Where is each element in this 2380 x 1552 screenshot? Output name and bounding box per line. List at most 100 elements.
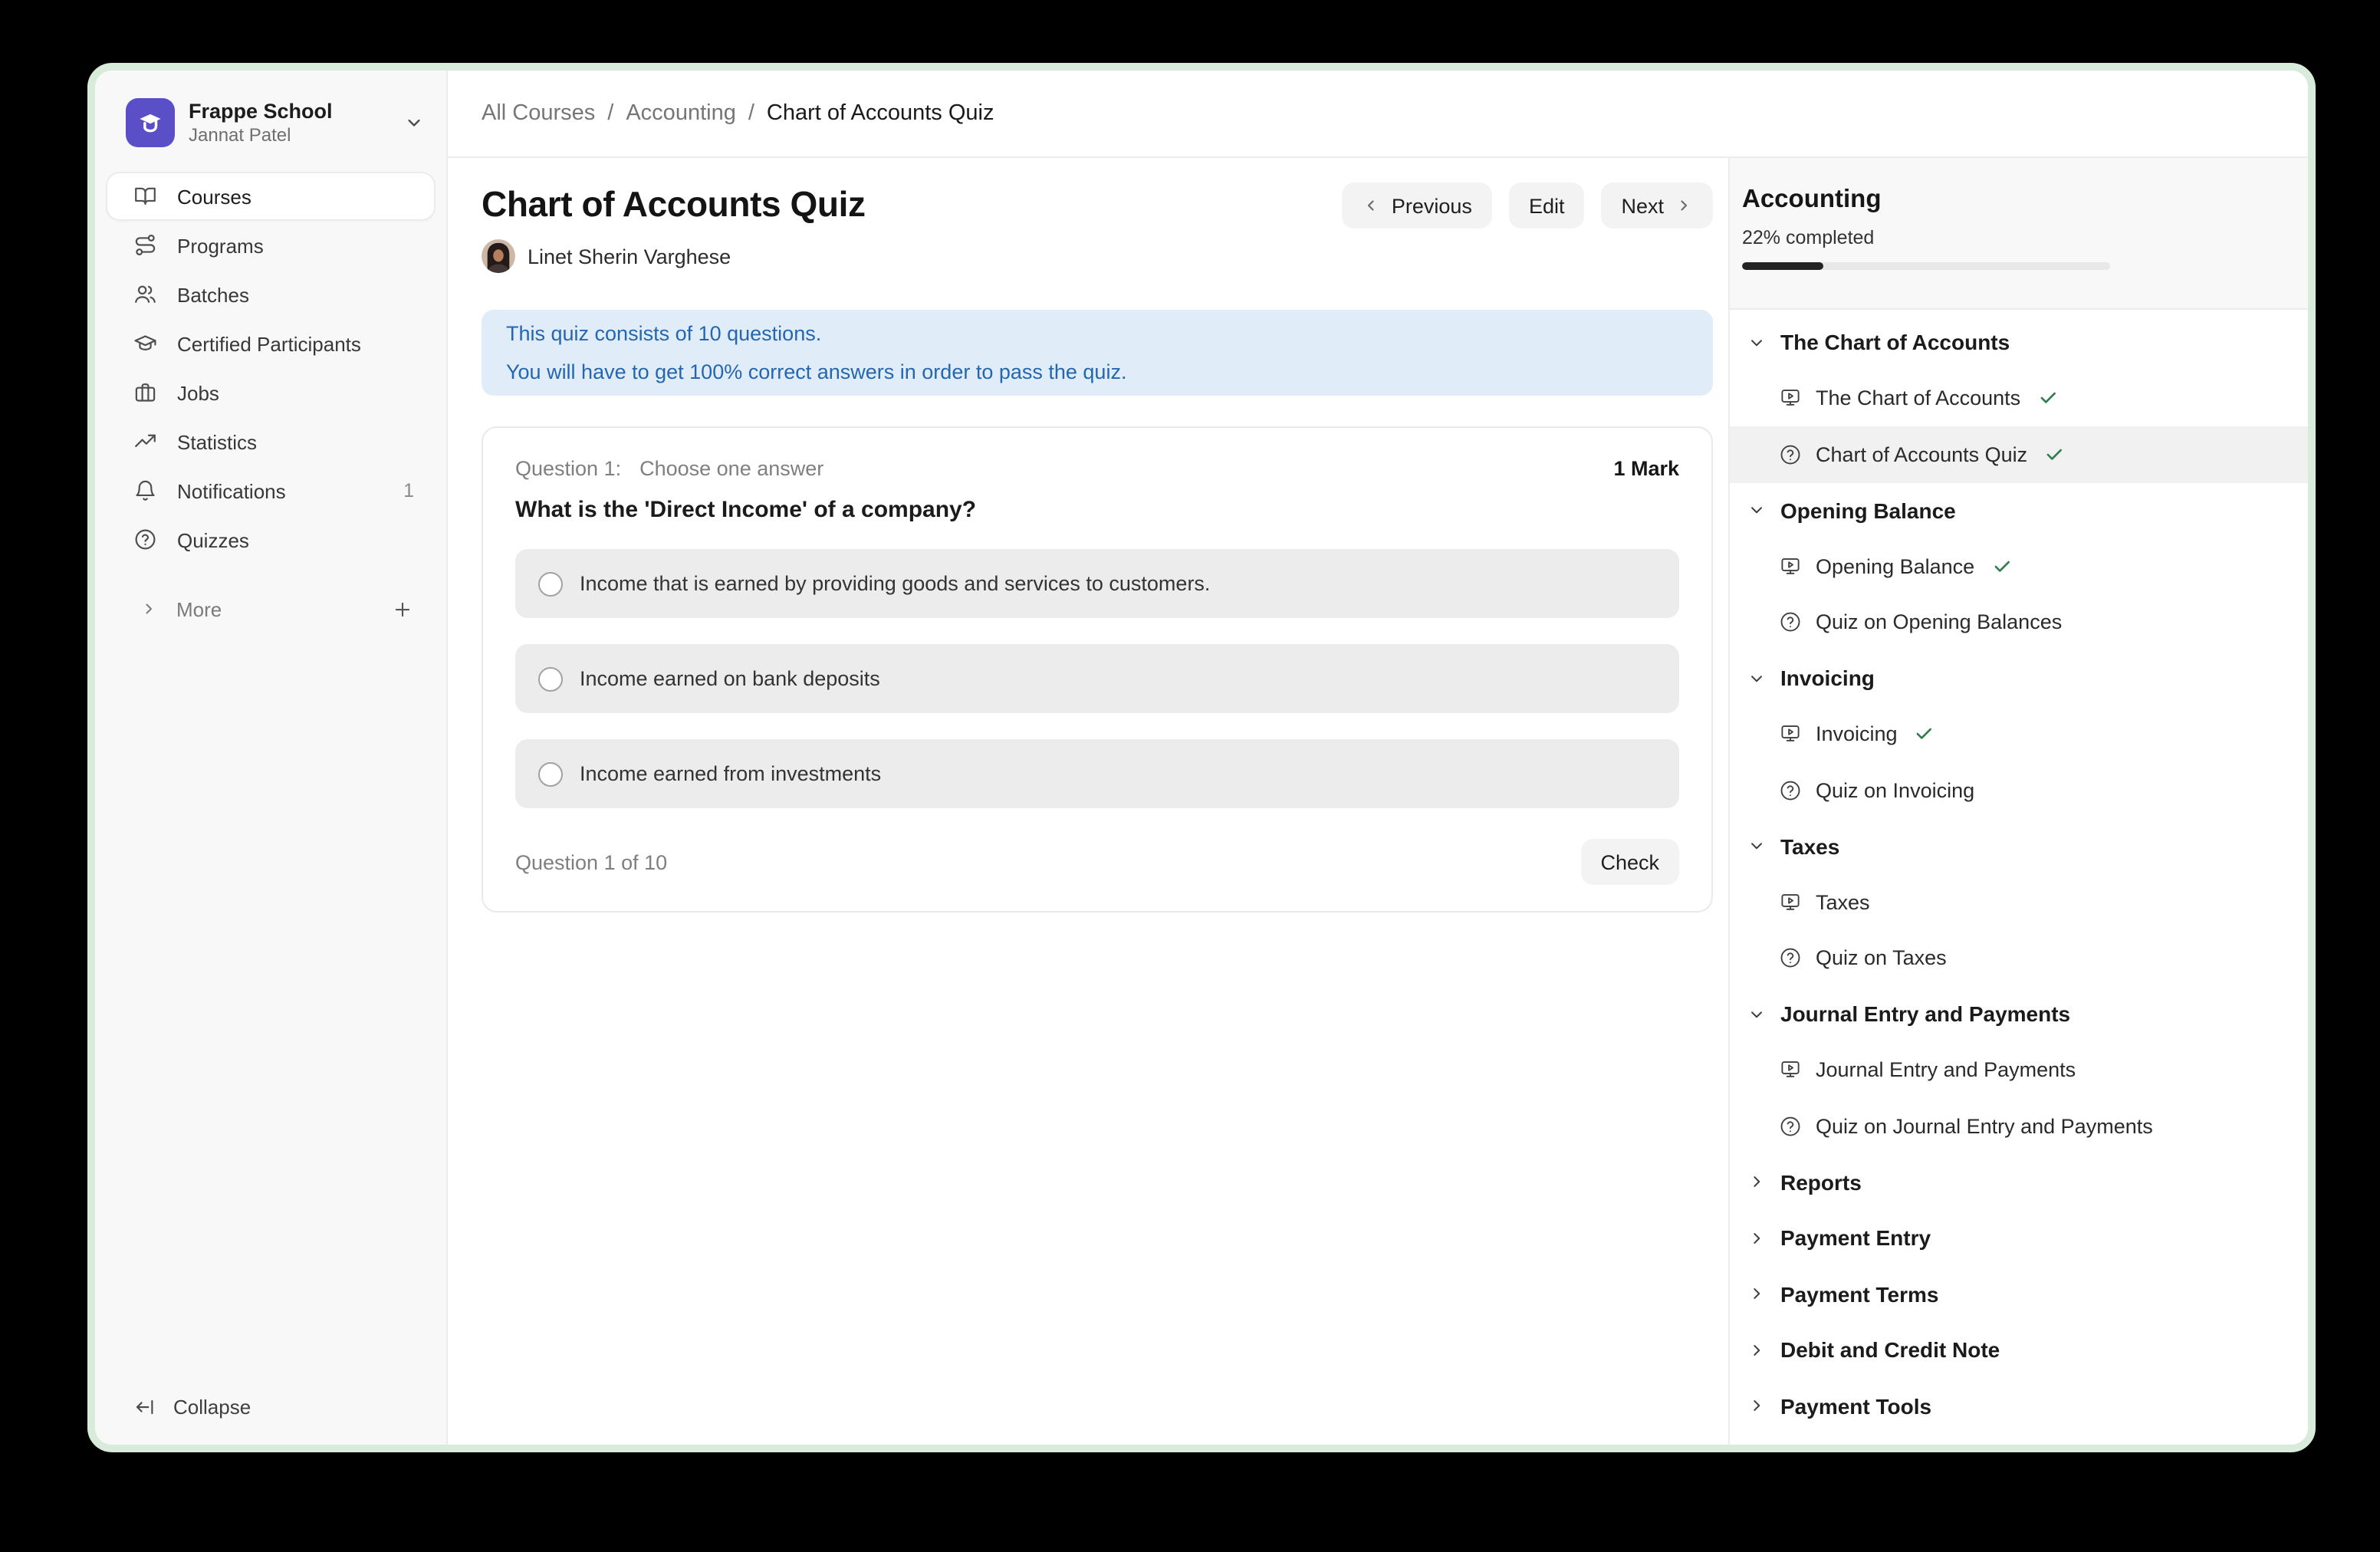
previous-button[interactable]: Previous xyxy=(1343,182,1492,229)
quiz-option-2[interactable]: Income earned on bank deposits xyxy=(515,644,1679,713)
outline-section-payment-entry[interactable]: Payment Entry xyxy=(1730,1210,2308,1266)
banner-line-1: This quiz consists of 10 questions. xyxy=(506,314,1688,353)
breadcrumb-link-accounting[interactable]: Accounting xyxy=(626,101,736,126)
chevron-down-icon[interactable] xyxy=(403,112,425,133)
radio-button[interactable] xyxy=(538,666,563,691)
outline-item-quiz-on-invoicing[interactable]: Quiz on Invoicing xyxy=(1730,762,2308,818)
outline-item-the-chart-of-accounts[interactable]: The Chart of Accounts xyxy=(1730,370,2308,426)
book-open-icon xyxy=(133,185,157,209)
check-icon xyxy=(1991,557,2011,577)
outline-section-payment-tools[interactable]: Payment Tools xyxy=(1730,1378,2308,1434)
breadcrumb-separator: / xyxy=(607,101,613,126)
sidebar-item-programs[interactable]: Programs xyxy=(107,222,434,268)
question-pagination: Question 1 of 10 xyxy=(515,850,667,873)
page-title: Chart of Accounts Quiz xyxy=(482,179,866,229)
outline-section-title: Reports xyxy=(1780,1170,1862,1195)
chevron-right-icon xyxy=(1675,196,1693,215)
chevron-right-icon xyxy=(140,600,158,618)
outline-section-journal-entry-and-payments[interactable]: Journal Entry and Payments xyxy=(1730,986,2308,1042)
sidebar-item-quizzes[interactable]: Quizzes xyxy=(107,517,434,563)
outline-item-invoicing[interactable]: Invoicing xyxy=(1730,706,2308,762)
outline-section-invoicing[interactable]: Invoicing xyxy=(1730,650,2308,706)
outline-section-taxes[interactable]: Taxes xyxy=(1730,818,2308,874)
sidebar-item-label: Notifications xyxy=(177,479,286,502)
help-circle-icon xyxy=(1779,611,1802,634)
outline-item-quiz-on-taxes[interactable]: Quiz on Taxes xyxy=(1730,930,2308,986)
quiz-info-banner: This quiz consists of 10 questions. You … xyxy=(482,310,1713,396)
sidebar-item-label: Certified Participants xyxy=(177,332,361,355)
outline-section-reports[interactable]: Reports xyxy=(1730,1154,2308,1210)
sidebar-more-label: More xyxy=(176,597,222,620)
sidebar-item-label: Programs xyxy=(177,234,264,257)
graduation-cap-icon xyxy=(133,332,157,356)
option-label: Income earned from investments xyxy=(580,762,881,785)
sidebar-item-jobs[interactable]: Jobs xyxy=(107,370,434,416)
plus-icon[interactable] xyxy=(391,597,414,620)
options-list: Income that is earned by providing goods… xyxy=(515,549,1679,808)
check-icon xyxy=(2037,389,2057,409)
question-text: What is the 'Direct Income' of a company… xyxy=(515,494,1679,526)
check-icon xyxy=(2044,445,2064,465)
help-circle-icon xyxy=(1779,947,1802,970)
question-header: Question 1: Choose one answer 1 Mark xyxy=(515,454,1679,483)
help-circle-icon xyxy=(1779,1115,1802,1138)
brand-text: Frappe School Jannat Patel xyxy=(189,98,333,147)
outline-section-opening-balance[interactable]: Opening Balance xyxy=(1730,482,2308,538)
option-label: Income earned on bank deposits xyxy=(580,667,880,690)
outline-section-debit-and-credit-note[interactable]: Debit and Credit Note xyxy=(1730,1322,2308,1378)
sidebar-item-batches[interactable]: Batches xyxy=(107,271,434,317)
sidebar-item-certified-participants[interactable]: Certified Participants xyxy=(107,321,434,367)
sidebar-item-label: Statistics xyxy=(177,430,257,453)
sidebar-item-label: Jobs xyxy=(177,381,219,404)
chevron-down-icon xyxy=(1747,333,1767,353)
chevron-down-icon xyxy=(1747,501,1767,521)
chevron-right-icon xyxy=(1747,1340,1767,1360)
topbar: All Courses/Accounting/Chart of Accounts… xyxy=(448,71,2308,158)
radio-button[interactable] xyxy=(538,571,563,596)
outline-item-taxes[interactable]: Taxes xyxy=(1730,874,2308,930)
outline-item-label: Chart of Accounts Quiz xyxy=(1816,443,2027,466)
next-button[interactable]: Next xyxy=(1601,182,1713,229)
chevron-down-icon xyxy=(1747,837,1767,857)
radio-button[interactable] xyxy=(538,761,563,786)
breadcrumb-link-all-courses[interactable]: All Courses xyxy=(482,101,595,126)
sidebar-more[interactable]: More xyxy=(107,586,434,632)
outline-item-opening-balance[interactable]: Opening Balance xyxy=(1730,538,2308,594)
outline-section-payment-terms[interactable]: Payment Terms xyxy=(1730,1266,2308,1322)
outline-item-label: Quiz on Taxes xyxy=(1816,947,1947,970)
monitor-play-icon xyxy=(1779,723,1802,746)
question-marks: 1 Mark xyxy=(1613,454,1679,483)
notification-count-badge: 1 xyxy=(403,480,414,501)
frappe-school-logo-icon xyxy=(126,98,175,147)
outline-item-label: The Chart of Accounts xyxy=(1816,387,2020,410)
outline-item-chart-of-accounts-quiz[interactable]: Chart of Accounts Quiz xyxy=(1730,426,2308,482)
course-title: Accounting xyxy=(1742,182,2290,216)
course-outline-panel: Accounting 22% completed The Chart of Ac… xyxy=(1728,158,2308,1445)
outline-item-quiz-on-journal-entry-and-payments[interactable]: Quiz on Journal Entry and Payments xyxy=(1730,1098,2308,1154)
quiz-option-3[interactable]: Income earned from investments xyxy=(515,739,1679,808)
course-progress-bar xyxy=(1742,262,2110,270)
help-circle-icon xyxy=(133,528,157,552)
sidebar-item-notifications[interactable]: Notifications 1 xyxy=(107,468,434,514)
chevron-right-icon xyxy=(1747,1284,1767,1304)
question-instruction: Choose one answer xyxy=(639,454,823,483)
outline-item-journal-entry-and-payments[interactable]: Journal Entry and Payments xyxy=(1730,1042,2308,1098)
edit-button[interactable]: Edit xyxy=(1509,182,1585,229)
outline-section-the-chart-of-accounts[interactable]: The Chart of Accounts xyxy=(1730,314,2308,370)
check-button[interactable]: Check xyxy=(1580,839,1679,885)
breadcrumb-current: Chart of Accounts Quiz xyxy=(767,101,994,126)
chevron-right-icon xyxy=(1747,1228,1767,1248)
users-icon xyxy=(133,283,157,307)
breadcrumb: All Courses/Accounting/Chart of Accounts… xyxy=(482,101,994,126)
sidebar-item-statistics[interactable]: Statistics xyxy=(107,419,434,465)
quiz-footer: Question 1 of 10 Check xyxy=(515,839,1679,885)
chevron-down-icon xyxy=(1747,1005,1767,1024)
quiz-option-1[interactable]: Income that is earned by providing goods… xyxy=(515,549,1679,618)
sidebar-item-courses[interactable]: Courses xyxy=(107,173,434,219)
sidebar-collapse-button[interactable]: Collapse xyxy=(95,1383,446,1429)
outline-item-quiz-on-opening-balances[interactable]: Quiz on Opening Balances xyxy=(1730,594,2308,650)
app-window: Frappe School Jannat Patel Courses Progra… xyxy=(87,63,2316,1452)
course-progress-fill xyxy=(1742,262,1823,270)
check-icon xyxy=(1915,725,1935,745)
workspace-switcher[interactable]: Frappe School Jannat Patel xyxy=(95,71,446,147)
